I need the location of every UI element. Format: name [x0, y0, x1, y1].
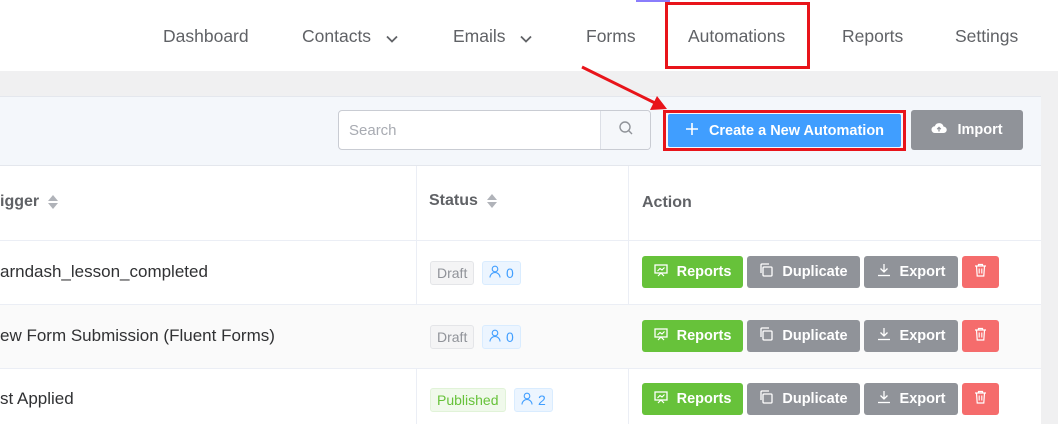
column-header-label: Status	[429, 192, 478, 209]
duplicate-button[interactable]: Duplicate	[747, 320, 860, 352]
subscriber-count: 0	[506, 329, 514, 345]
plus-icon	[685, 122, 699, 140]
status-badge: Published	[430, 388, 506, 412]
copy-icon	[759, 327, 774, 345]
column-header-action: Action	[642, 194, 692, 212]
column-divider	[416, 166, 417, 424]
nav-item-dashboard[interactable]: Dashboard	[163, 24, 249, 48]
duplicate-label: Duplicate	[782, 328, 848, 344]
export-label: Export	[899, 391, 946, 407]
nav-item-reports[interactable]: Reports	[842, 24, 903, 48]
column-divider	[628, 166, 629, 424]
export-label: Export	[899, 264, 946, 280]
sort-icon[interactable]	[486, 193, 498, 209]
subscriber-count-badge: 0	[482, 325, 521, 349]
highlight-box-automations	[665, 2, 810, 69]
export-label: Export	[899, 328, 946, 344]
user-icon	[489, 326, 501, 348]
search-button[interactable]	[600, 111, 650, 149]
panel-toolbar: Create a New Automation Import	[0, 97, 1041, 166]
subscriber-count-badge: 2	[514, 388, 553, 412]
subscriber-count: 2	[538, 392, 546, 408]
row-divider	[0, 240, 1041, 241]
duplicate-label: Duplicate	[782, 264, 848, 280]
column-header-status[interactable]: Status	[429, 192, 498, 210]
nav-item-label: Forms	[586, 26, 636, 46]
subscriber-count: 0	[506, 265, 514, 281]
row-trigger-text[interactable]: arndash_lesson_completed	[0, 262, 208, 282]
user-icon	[521, 389, 533, 411]
reports-button[interactable]: Reports	[642, 320, 743, 352]
row-trigger-text[interactable]: ew Form Submission (Fluent Forms)	[0, 326, 275, 346]
nav-item-contacts[interactable]: Contacts	[302, 24, 398, 48]
nav-item-label: Settings	[955, 26, 1019, 46]
sort-icon[interactable]	[47, 194, 59, 210]
status-badge: Draft	[430, 261, 475, 285]
nav-item-forms[interactable]: Forms	[586, 24, 636, 48]
copy-icon	[759, 390, 774, 408]
export-button[interactable]: Export	[864, 320, 958, 352]
reports-button[interactable]: Reports	[642, 383, 743, 415]
automations-panel: Create a New Automation Import igger Sta…	[0, 96, 1041, 424]
top-navigation: Dashboard Contacts Emails Forms Automati…	[0, 0, 1058, 71]
duplicate-button[interactable]: Duplicate	[747, 256, 860, 288]
nav-item-emails[interactable]: Emails	[453, 24, 533, 49]
nav-item-label: Reports	[842, 26, 904, 46]
delete-button[interactable]	[962, 256, 999, 288]
search-icon	[618, 120, 634, 141]
trash-icon	[974, 327, 987, 345]
cloud-upload-icon	[931, 122, 948, 138]
reports-label: Reports	[676, 328, 732, 344]
row-divider	[0, 368, 1041, 369]
import-button[interactable]: Import	[911, 110, 1023, 150]
download-icon	[877, 263, 891, 281]
download-icon	[877, 390, 891, 408]
chart-board-icon	[653, 263, 668, 281]
chevron-down-icon	[520, 25, 533, 49]
trash-icon	[974, 263, 987, 281]
search-box	[338, 110, 651, 150]
delete-button[interactable]	[962, 320, 999, 352]
reports-label: Reports	[676, 391, 732, 407]
nav-item-label: Emails	[453, 26, 506, 46]
nav-item-settings[interactable]: Settings	[955, 24, 1018, 48]
duplicate-button[interactable]: Duplicate	[747, 383, 860, 415]
trash-icon	[974, 390, 987, 408]
nav-item-label: Dashboard	[163, 26, 249, 46]
search-input[interactable]	[339, 111, 599, 149]
user-icon	[489, 262, 501, 284]
export-button[interactable]: Export	[864, 383, 958, 415]
row-trigger-text[interactable]: st Applied	[0, 389, 74, 409]
column-header-label: Action	[642, 194, 692, 211]
nav-item-label: Contacts	[302, 26, 372, 46]
copy-icon	[759, 263, 774, 281]
duplicate-label: Duplicate	[782, 391, 848, 407]
download-icon	[877, 327, 891, 345]
chevron-down-icon	[386, 25, 398, 49]
create-automation-label: Create a New Automation	[708, 122, 885, 139]
reports-button[interactable]: Reports	[642, 256, 743, 288]
import-label: Import	[957, 122, 1003, 138]
column-header-trigger[interactable]: igger	[0, 193, 59, 211]
delete-button[interactable]	[962, 383, 999, 415]
export-button[interactable]: Export	[864, 256, 958, 288]
column-header-label: igger	[0, 193, 40, 210]
chart-board-icon	[653, 327, 668, 345]
create-automation-button[interactable]: Create a New Automation	[668, 114, 901, 147]
status-badge: Draft	[430, 325, 475, 349]
reports-label: Reports	[676, 264, 732, 280]
chart-board-icon	[653, 390, 668, 408]
subscriber-count-badge: 0	[482, 261, 521, 285]
